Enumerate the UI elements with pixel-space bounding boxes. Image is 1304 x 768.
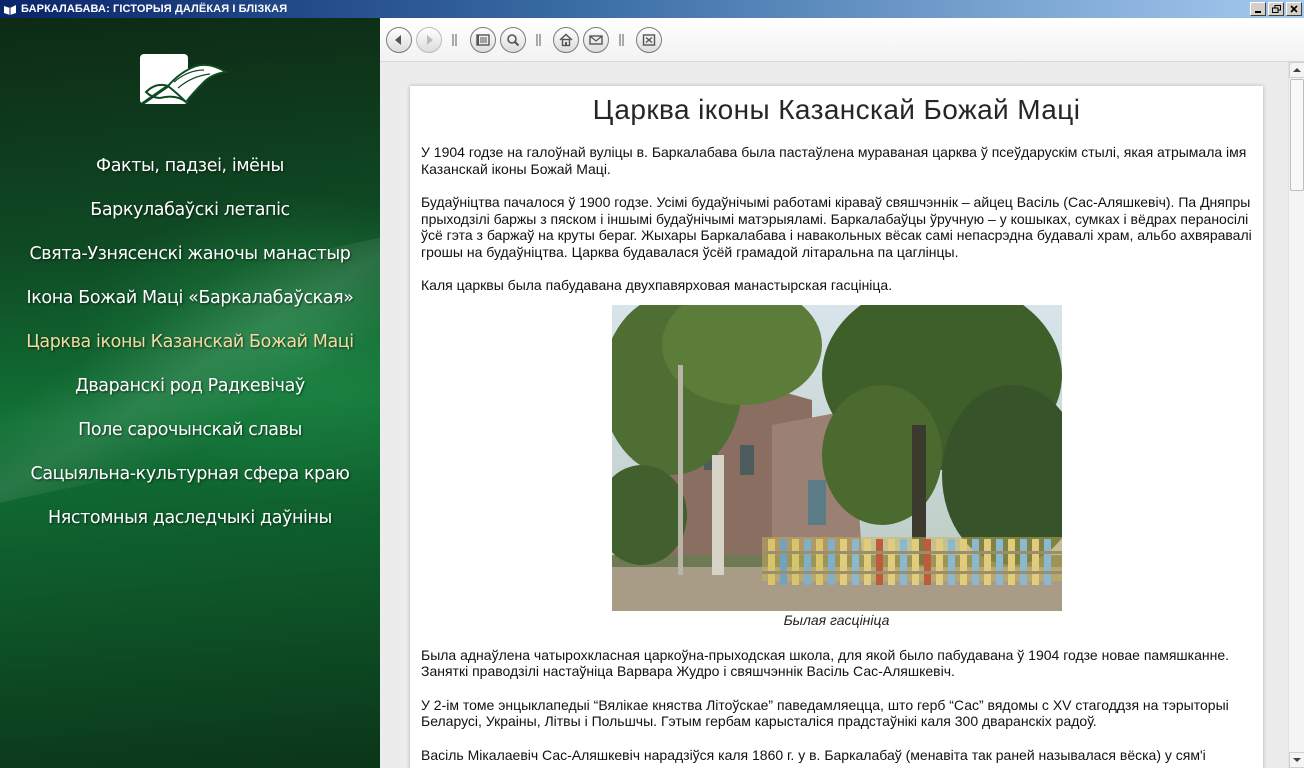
window-title-bar: БАРКАЛАБАВА: ГІСТОРЫЯ ДАЛЁКАЯ І БЛІЗКАЯ <box>0 0 1304 18</box>
article-paragraph: У 1904 годзе на галоўнай вуліцы в. Барка… <box>421 144 1247 177</box>
window-controls <box>1250 2 1302 16</box>
search-button[interactable] <box>500 27 526 53</box>
toolbar-separator <box>452 34 457 46</box>
minimize-icon <box>1255 11 1261 13</box>
photo-caption: Былая гасцініца <box>783 611 890 628</box>
arrow-up-icon <box>1293 68 1301 72</box>
toolbar <box>380 18 1304 62</box>
page-title: Царква іконы Казанскай Божай Маці <box>592 94 1081 125</box>
former-hotel-photo <box>611 304 1062 611</box>
mail-button[interactable] <box>583 27 609 53</box>
back-button[interactable] <box>386 27 412 53</box>
arrow-down-icon <box>1293 758 1301 762</box>
sidebar-item-facts[interactable]: Факты, падзеі, імёны <box>0 152 380 196</box>
home-button[interactable] <box>553 27 579 53</box>
sidebar-item-field[interactable]: Поле сарочынскай славы <box>0 416 380 460</box>
sidebar-nav: Факты, падзеі, імёны Баркулабаўскі летап… <box>0 152 380 548</box>
article-paragraph: Будаўніцтва пачалося ў 1900 годзе. Усімі… <box>421 194 1252 260</box>
exit-button[interactable] <box>636 27 662 53</box>
sidebar-item-church[interactable]: Царква іконы Казанскай Божай Маці <box>0 328 380 372</box>
restore-icon <box>1271 5 1281 13</box>
forward-icon <box>427 35 433 45</box>
toolbar-separator <box>619 34 624 46</box>
forward-button[interactable] <box>416 27 442 53</box>
exit-icon <box>642 34 656 46</box>
sidebar-item-icon[interactable]: Ікона Божай Маці «Баркалабаўская» <box>0 284 380 328</box>
mail-icon <box>589 35 603 45</box>
contents-icon <box>476 34 490 46</box>
article-page: Царква іконы Казанскай Божай Маці У 1904… <box>410 86 1263 768</box>
window-title: БАРКАЛАБАВА: ГІСТОРЫЯ ДАЛЁКАЯ І БЛІЗКАЯ <box>21 3 288 15</box>
scroll-down-button[interactable] <box>1289 752 1304 768</box>
scroll-up-button[interactable] <box>1289 62 1304 78</box>
sidebar-item-researchers[interactable]: Нястомныя даследчыкі даўніны <box>0 504 380 548</box>
minimize-button[interactable] <box>1250 2 1266 16</box>
open-book-logo-icon <box>138 52 230 108</box>
toolbar-separator <box>536 34 541 46</box>
close-button[interactable] <box>1286 2 1302 16</box>
back-icon <box>395 35 401 45</box>
sidebar-item-radkevich[interactable]: Дваранскі род Радкевічаў <box>0 372 380 416</box>
sidebar-item-monastery[interactable]: Свята-Узнясенскі жаночы манастыр <box>0 240 380 284</box>
vertical-scrollbar[interactable] <box>1288 62 1304 768</box>
sidebar: Факты, падзеі, імёны Баркулабаўскі летап… <box>0 18 380 768</box>
sidebar-item-chronicle[interactable]: Баркулабаўскі летапіс <box>0 196 380 240</box>
article-paragraph: Была аднаўлена чатырохкласная царкоўна-п… <box>421 646 1230 680</box>
close-icon <box>1290 5 1298 13</box>
contents-button[interactable] <box>470 27 496 53</box>
article-paragraph: У 2-ім томе энцыклапедыі “Вялікае княств… <box>421 696 1229 730</box>
search-icon <box>507 34 520 47</box>
article-paragraph: Каля царквы была пабудавана двухпавярхов… <box>421 277 893 293</box>
article-paragraph: Васіль Мікалаевіч Сас-Аляшкевіч нарадзіў… <box>421 746 1206 763</box>
sidebar-item-culture[interactable]: Сацыяльна-культурная сфера краю <box>0 460 380 504</box>
scrollbar-thumb[interactable] <box>1290 79 1304 191</box>
restore-button[interactable] <box>1268 2 1284 16</box>
app-book-icon <box>2 2 18 16</box>
home-icon <box>559 33 573 47</box>
